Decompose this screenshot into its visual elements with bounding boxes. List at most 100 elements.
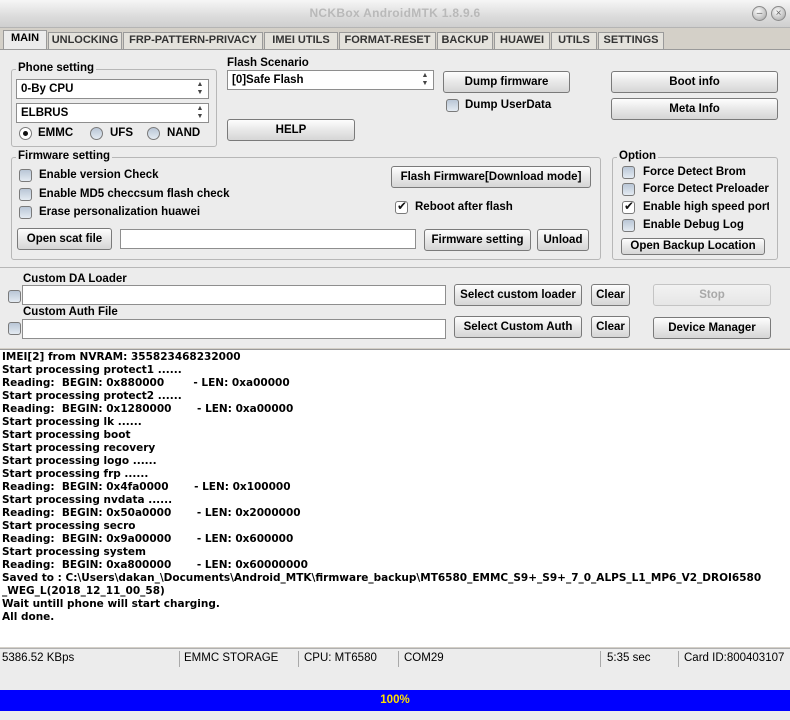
flash-scenario-label: Flash Scenario [227, 57, 309, 69]
bottom-strip [0, 711, 790, 720]
spinner-arrows-icon: ▲ ▼ [196, 105, 204, 120]
status-storage: EMMC STORAGE [184, 652, 279, 664]
radio-nand[interactable] [147, 127, 160, 140]
tab-unlocking[interactable]: UNLOCKING [48, 32, 122, 49]
log-line: Start processing frp ...... [2, 468, 149, 480]
status-speed: 5386.52 KBps [2, 652, 75, 664]
log-line: _WEG_L(2018_12_11_00_58) [2, 585, 165, 597]
stop-button[interactable]: Stop [653, 284, 771, 306]
window-title: NCKBox AndroidMTK 1.8.9.6 [309, 6, 481, 20]
model-select-value: ELBRUS [21, 107, 69, 119]
tab-settings[interactable]: SETTINGS [598, 32, 664, 49]
spinner-arrows-icon: ▲ ▼ [196, 81, 204, 96]
custom-auth-input[interactable] [22, 319, 446, 339]
log-output[interactable]: IMEI[2] from NVRAM: 355823468232000 Star… [0, 349, 790, 647]
dump-userdata-label: Dump UserData [465, 99, 552, 111]
tab-bar: MAIN UNLOCKING FRP-PATTERN-PRIVACY IMEI … [0, 30, 790, 50]
enable-version-check-checkbox[interactable] [19, 169, 32, 182]
status-port: COM29 [404, 652, 444, 664]
option-legend: Option [617, 150, 659, 162]
status-separator [298, 651, 299, 667]
reboot-after-flash-label: Reboot after flash [415, 201, 513, 213]
log-line: Wait untill phone will start charging. [2, 598, 220, 610]
radio-nand-label: NAND [167, 127, 201, 139]
section-divider [0, 267, 790, 268]
force-detect-preloader-label: Force Detect Preloader [643, 183, 769, 195]
tab-utils[interactable]: UTILS [551, 32, 597, 49]
clear-auth-button[interactable]: Clear [591, 316, 630, 338]
log-line: Start processing lk ...... [2, 416, 142, 428]
custom-auth-checkbox[interactable] [8, 322, 21, 335]
device-manager-button[interactable]: Device Manager [653, 317, 771, 339]
log-line: Start processing protect1 ...... [2, 364, 182, 376]
log-line: Reading: BEGIN: 0x4fa0000 - LEN: 0x10000… [2, 481, 291, 493]
erase-personalization-label: Erase personalization huawei [39, 206, 201, 218]
radio-ufs[interactable] [90, 127, 103, 140]
phone-setting-legend: Phone setting [16, 62, 97, 74]
open-backup-location-button[interactable]: Open Backup Location [621, 238, 765, 255]
log-line: Reading: BEGIN: 0x50a0000 - LEN: 0x20000… [2, 507, 301, 519]
main-panel: Phone setting 0-By CPU ▲ ▼ ELBRUS ▲ ▼ EMMC… [0, 49, 790, 348]
enable-high-speed-port-checkbox[interactable] [622, 199, 635, 214]
dump-firmware-button[interactable]: Dump firmware [443, 71, 570, 93]
minimize-icon[interactable]: – [752, 6, 767, 21]
tab-backup[interactable]: BACKUP [437, 32, 493, 49]
status-cpu: CPU: MT6580 [304, 652, 377, 664]
select-custom-loader-button[interactable]: Select custom loader [454, 284, 582, 306]
cpu-select-value: 0-By CPU [21, 83, 74, 95]
custom-da-input[interactable] [22, 285, 446, 305]
force-detect-brom-checkbox[interactable] [622, 166, 635, 179]
enable-debug-log-checkbox[interactable] [622, 219, 635, 232]
custom-da-checkbox[interactable] [8, 290, 21, 303]
dump-userdata-checkbox[interactable] [446, 99, 459, 112]
log-line: Reading: BEGIN: 0x9a00000 - LEN: 0x60000… [2, 533, 294, 545]
enable-md5-checkbox[interactable] [19, 188, 32, 201]
status-card-id: Card ID:800403107 [684, 652, 785, 664]
tab-huawei[interactable]: HUAWEI [494, 32, 550, 49]
log-line: Start processing nvdata ...... [2, 494, 173, 506]
flash-scenario-value: [0]Safe Flash [232, 74, 304, 86]
log-line: Reading: BEGIN: 0x1280000 - LEN: 0xa0000… [2, 403, 294, 415]
status-separator [678, 651, 679, 667]
tab-main[interactable]: MAIN [3, 30, 47, 50]
meta-info-button[interactable]: Meta Info [611, 98, 778, 120]
reboot-after-flash-checkbox[interactable] [395, 199, 408, 214]
cpu-select[interactable]: 0-By CPU ▲ ▼ [16, 79, 209, 99]
status-time: 5:35 sec [607, 652, 651, 664]
tab-frp-pattern-privacy[interactable]: FRP-PATTERN-PRIVACY [123, 32, 263, 49]
boot-info-button[interactable]: Boot info [611, 71, 778, 93]
log-line: IMEI[2] from NVRAM: 355823468232000 [2, 351, 241, 363]
status-separator [398, 651, 399, 667]
radio-ufs-label: UFS [110, 127, 133, 139]
tab-format-reset[interactable]: FORMAT-RESET [339, 32, 436, 49]
progress-text: 100% [380, 694, 410, 706]
flash-firmware-button[interactable]: Flash Firmware[Download mode] [391, 166, 591, 188]
status-separator [179, 651, 180, 667]
log-line: Start processing secro [2, 520, 136, 532]
model-select[interactable]: ELBRUS ▲ ▼ [16, 103, 209, 123]
open-scat-button[interactable]: Open scat file [17, 228, 112, 250]
enable-debug-log-label: Enable Debug Log [643, 219, 744, 231]
firmware-setting-button[interactable]: Firmware setting [424, 229, 531, 251]
force-detect-preloader-checkbox[interactable] [622, 183, 635, 196]
radio-emmc-label: EMMC [38, 127, 74, 139]
unload-button[interactable]: Unload [537, 229, 589, 251]
help-button[interactable]: HELP [227, 119, 355, 141]
progress-bar: 100% [0, 690, 790, 711]
log-line: Start processing boot [2, 429, 131, 441]
flash-scenario-select[interactable]: [0]Safe Flash ▲ ▼ [227, 70, 434, 90]
log-line: Saved to : C:\Users\dakan_\Documents\And… [2, 572, 762, 584]
tab-imei-utils[interactable]: IMEI UTILS [264, 32, 338, 49]
status-separator [600, 651, 601, 667]
clear-loader-button[interactable]: Clear [591, 284, 630, 306]
erase-personalization-checkbox[interactable] [19, 206, 32, 219]
close-icon[interactable]: × [771, 6, 786, 21]
firmware-setting-legend: Firmware setting [16, 150, 113, 162]
force-detect-brom-label: Force Detect Brom [643, 166, 746, 178]
log-line: Start processing logo ...... [2, 455, 157, 467]
radio-emmc[interactable] [19, 127, 32, 140]
select-custom-auth-button[interactable]: Select Custom Auth [454, 316, 582, 338]
log-line: Reading: BEGIN: 0x880000 - LEN: 0xa00000 [2, 377, 290, 389]
enable-version-check-label: Enable version Check [39, 169, 159, 181]
scat-path-input[interactable] [120, 229, 416, 249]
